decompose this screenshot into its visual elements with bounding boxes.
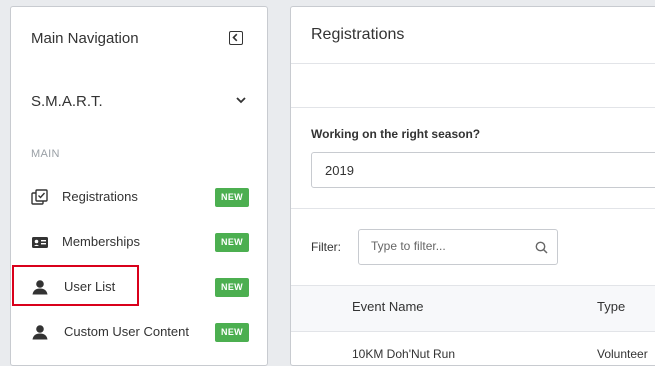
- filter-field[interactable]: [358, 229, 558, 265]
- membership-card-icon: [32, 237, 48, 248]
- sidebar-item-registrations[interactable]: Registrations NEW: [11, 177, 269, 217]
- season-select[interactable]: 2019: [311, 152, 655, 188]
- organization-selector[interactable]: S.M.A.R.T.: [31, 93, 103, 110]
- column-header-type[interactable]: Type: [597, 299, 625, 314]
- new-badge: NEW: [215, 278, 249, 297]
- column-header-event-name[interactable]: Event Name: [352, 299, 424, 314]
- sidebar-item-label: Custom User Content: [64, 324, 189, 339]
- sidebar-item-memberships[interactable]: Memberships NEW: [11, 222, 269, 262]
- season-value: 2019: [325, 163, 354, 178]
- divider: [291, 107, 655, 108]
- sidebar-item-label: Memberships: [62, 234, 141, 249]
- chevron-down-icon[interactable]: [235, 96, 247, 105]
- user-list-highlight: [12, 265, 139, 306]
- table-header: Event Name Type: [291, 285, 655, 331]
- divider: [291, 208, 655, 209]
- registrations-icon: [31, 189, 48, 205]
- filter-label: Filter:: [311, 240, 341, 254]
- search-icon: [535, 241, 548, 254]
- user-icon: [32, 325, 48, 340]
- main-navigation-sidebar: Main Navigation S.M.A.R.T. MAIN Registra…: [10, 6, 268, 366]
- type-cell: Volunteer: [597, 347, 648, 361]
- divider: [291, 331, 655, 332]
- sidebar-item-label: Registrations: [62, 189, 138, 204]
- divider: [291, 63, 655, 64]
- new-badge: NEW: [215, 233, 249, 252]
- sidebar-item-custom-user-content[interactable]: Custom User Content NEW: [11, 312, 269, 352]
- new-badge: NEW: [215, 323, 249, 342]
- filter-input[interactable]: [371, 239, 521, 253]
- section-label-main: MAIN: [31, 148, 60, 160]
- new-badge: NEW: [215, 188, 249, 207]
- divider: [291, 285, 655, 286]
- page-title: Registrations: [311, 26, 405, 43]
- registrations-panel: Registrations Working on the right seaso…: [290, 6, 655, 366]
- collapse-sidebar-button[interactable]: [229, 31, 243, 45]
- season-question: Working on the right season?: [311, 127, 481, 141]
- chevron-left-icon: [232, 33, 238, 42]
- event-name-cell: 10KM Doh'Nut Run: [352, 347, 456, 361]
- sidebar-title: Main Navigation: [31, 30, 139, 47]
